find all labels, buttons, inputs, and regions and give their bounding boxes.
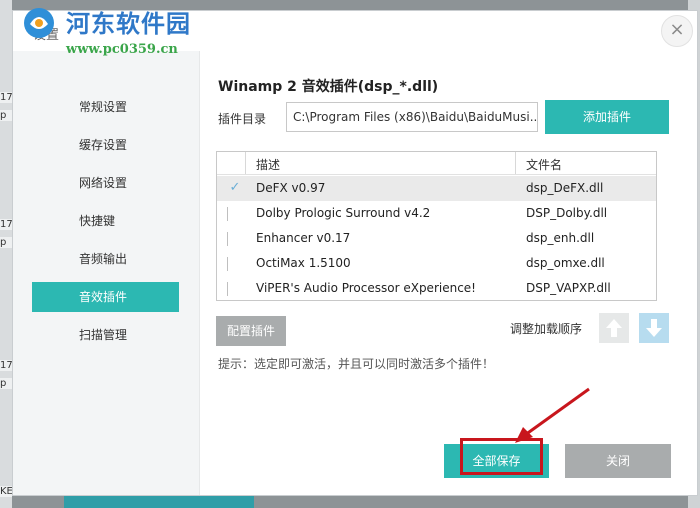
table-row[interactable]: ViPER's Audio Processor eXperience! DSP_… [217,276,656,301]
column-header-desc[interactable]: 描述 [256,156,280,173]
background-text: 17 [0,360,13,371]
plugin-file: dsp_omxe.dll [526,256,605,270]
checkbox[interactable] [227,207,228,221]
plugin-desc: ViPER's Audio Processor eXperience! [256,281,476,295]
column-divider [245,152,246,174]
background-text: p [0,110,12,121]
arrow-down-icon[interactable] [639,313,669,343]
table-row[interactable]: OctiMax 1.5100 dsp_omxe.dll [217,251,656,276]
column-header-file[interactable]: 文件名 [526,156,562,173]
arrow-up-icon[interactable] [599,313,629,343]
settings-dialog: 设置 × 常规设置 缓存设置 网络设置 快捷键 音频输出 音效插件 扫描管理 W… [12,10,698,496]
sidebar-item-dsp-plugins[interactable]: 音效插件 [32,282,179,312]
sidebar-item-scan[interactable]: 扫描管理 [32,320,179,350]
checkbox[interactable] [227,232,228,246]
close-icon[interactable]: × [661,15,693,47]
table-header: 描述 文件名 [217,152,656,175]
load-order-label: 调整加载顺序 [510,322,583,336]
table-row[interactable]: ✓ DeFX v0.97 dsp_DeFX.dll [217,176,656,201]
plugin-desc: Dolby Prologic Surround v4.2 [256,206,431,220]
watermark-site-name: 河东软件园 [66,10,191,38]
page-title: Winamp 2 音效插件(dsp_*.dll) [218,79,439,95]
checkbox[interactable] [227,282,228,296]
plugin-dir-field[interactable]: C:\Program Files (x86)\Baidu\BaiduMusi..… [286,102,538,132]
watermark-url: www.pc0359.cn [66,42,178,57]
close-button[interactable]: 关闭 [565,444,671,478]
background-text: 17 [0,92,13,103]
sidebar-item-hotkeys[interactable]: 快捷键 [32,206,179,236]
add-plugin-button[interactable]: 添加插件 [545,100,669,134]
background-text: p [0,237,12,248]
plugin-file: dsp_enh.dll [526,231,595,245]
plugin-desc: Enhancer v0.17 [256,231,351,245]
sidebar-item-general[interactable]: 常规设置 [32,92,179,122]
watermark-logo-icon [24,8,54,38]
plugin-desc: OctiMax 1.5100 [256,256,351,270]
sidebar: 常规设置 缓存设置 网络设置 快捷键 音频输出 音效插件 扫描管理 [13,51,200,495]
plugin-file: DSP_Dolby.dll [526,206,608,220]
background-app-left: 17 p 17 p 17 p KE [0,0,13,508]
annotation-arrow-icon [515,387,590,443]
column-divider [515,152,516,174]
background-text: p [0,378,12,389]
background-text: 17 [0,219,13,230]
background-app-bottom [64,494,254,508]
plugin-table: 描述 文件名 ✓ DeFX v0.97 dsp_DeFX.dll Dolby P… [216,151,657,301]
plugin-file: dsp_DeFX.dll [526,181,604,195]
sidebar-item-cache[interactable]: 缓存设置 [32,130,179,160]
hint-text: 提示：选定即可激活，并且可以同时激活多个插件！ [218,357,495,371]
checkmark-icon[interactable]: ✓ [227,180,243,196]
plugin-file: DSP_VAPXP.dll [526,281,611,295]
table-row[interactable]: Enhancer v0.17 dsp_enh.dll [217,226,656,251]
background-text: KE [0,486,13,497]
sidebar-item-audio-output[interactable]: 音频输出 [32,244,179,274]
configure-plugin-button[interactable]: 配置插件 [216,316,286,346]
plugin-desc: DeFX v0.97 [256,181,326,195]
sidebar-item-network[interactable]: 网络设置 [32,168,179,198]
table-row[interactable]: Dolby Prologic Surround v4.2 DSP_Dolby.d… [217,201,656,226]
checkbox[interactable] [227,257,228,271]
plugin-dir-label: 插件目录 [218,112,267,126]
